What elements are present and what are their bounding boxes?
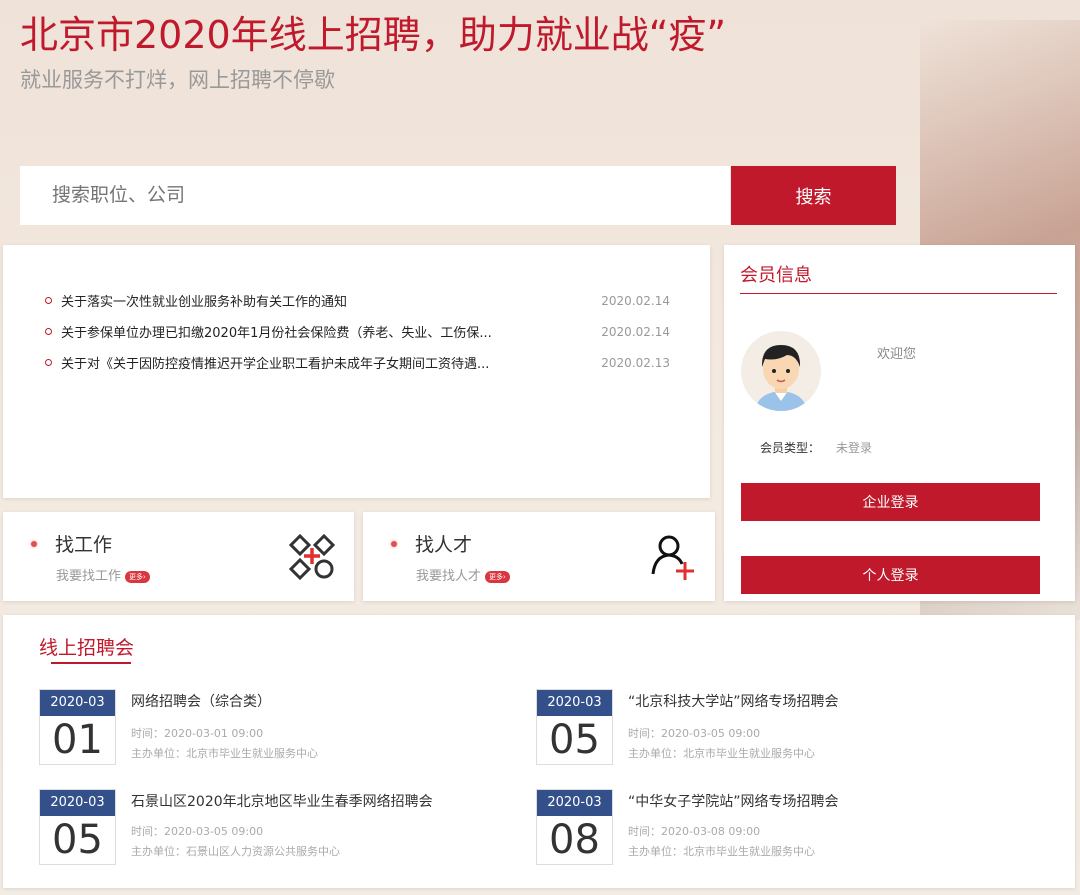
news-panel: 关于落实一次性就业创业服务补助有关工作的通知 2020.02.14 关于参保单位办… xyxy=(3,245,710,498)
fair-organizer: 主办单位：北京市毕业生就业服务中心 xyxy=(628,845,815,858)
fair-organizer: 主办单位：石景山区人力资源公共服务中心 xyxy=(131,845,340,858)
fairs-title: 线上招聘会 xyxy=(39,637,135,659)
fair-time: 时间：2020-03-05 09:00 xyxy=(131,825,264,838)
card-subtitle: 我要找人才 xyxy=(416,569,482,584)
member-type-label: 会员类型： xyxy=(760,441,821,455)
news-title[interactable]: 关于对《关于因防控疫情推迟开学企业职工看护未成年子女期间工资待遇... xyxy=(61,353,531,372)
news-item[interactable]: 关于对《关于因防控疫情推迟开学企业职工看护未成年子女期间工资待遇... 2020.… xyxy=(45,347,670,378)
fair-title[interactable]: “中华女子学院站”网络专场招聘会 xyxy=(628,791,839,811)
title-underline xyxy=(51,662,131,664)
fair-organizer: 主办单位：北京市毕业生就业服务中心 xyxy=(131,747,318,760)
bullet-icon xyxy=(45,359,52,366)
bullet-icon xyxy=(45,297,52,304)
card-title: 找工作 xyxy=(55,534,113,556)
card-title: 找人才 xyxy=(415,534,473,556)
news-item[interactable]: 关于参保单位办理已扣缴2020年1月份社会保险费（养老、失业、工伤保... 202… xyxy=(45,316,670,347)
personal-login-button[interactable]: 个人登录 xyxy=(741,556,1040,594)
fair-item[interactable]: 2020-03 05 石景山区2020年北京地区毕业生春季网络招聘会时间：2020-… xyxy=(39,789,519,867)
fair-title[interactable]: 石景山区2020年北京地区毕业生春季网络招聘会 xyxy=(131,791,433,811)
fair-time: 时间：2020-03-01 09:00 xyxy=(131,727,264,740)
news-item[interactable]: 关于落实一次性就业创业服务补助有关工作的通知 2020.02.14 xyxy=(45,285,670,316)
fair-item[interactable]: 2020-03 05 “北京科技大学站”网络专场招聘会时间：2020-03-05 0… xyxy=(536,689,1016,767)
find-job-card[interactable]: 找工作 我要找工作 更多› xyxy=(3,512,354,601)
member-panel: 会员信息 欢迎您 会员类型： 未登录 企业登录 个人登录 xyxy=(724,245,1075,601)
company-login-button[interactable]: 企业登录 xyxy=(741,483,1040,521)
fair-time: 时间：2020-03-05 09:00 xyxy=(628,727,761,740)
date-badge: 2020-03 05 xyxy=(536,689,613,765)
bullet-icon xyxy=(45,328,52,335)
member-type-value: 未登录 xyxy=(836,441,873,455)
date-badge: 2020-03 05 xyxy=(39,789,116,865)
card-subtitle: 我要找工作 xyxy=(56,569,122,584)
news-title[interactable]: 关于落实一次性就业创业服务补助有关工作的通知 xyxy=(61,291,531,310)
news-date: 2020.02.14 xyxy=(601,293,670,308)
date-badge: 2020-03 01 xyxy=(39,689,116,765)
add-user-icon xyxy=(651,535,694,580)
page-title: 北京市2020年线上招聘，助力就业战“疫” xyxy=(20,13,727,57)
search-input[interactable] xyxy=(20,166,730,225)
bullet-icon xyxy=(31,540,37,547)
job-grid-icon xyxy=(288,534,336,581)
more-badge[interactable]: 更多› xyxy=(485,570,510,583)
online-fairs-panel: 线上招聘会 2020-03 01 网络招聘会（综合类） 时间：2020-03-01 0… xyxy=(3,615,1075,888)
news-title[interactable]: 关于参保单位办理已扣缴2020年1月份社会保险费（养老、失业、工伤保... xyxy=(61,322,531,341)
member-title: 会员信息 xyxy=(740,261,1057,294)
fair-item[interactable]: 2020-03 08 “中华女子学院站”网络专场招聘会时间：2020-03-08 0… xyxy=(536,789,1016,867)
search-button[interactable]: 搜索 xyxy=(731,166,896,225)
fair-title[interactable]: 网络招聘会（综合类） xyxy=(131,691,271,711)
news-date: 2020.02.13 xyxy=(601,355,670,370)
date-badge: 2020-03 08 xyxy=(536,789,613,865)
fair-organizer: 主办单位：北京市毕业生就业服务中心 xyxy=(628,747,815,760)
welcome-text: 欢迎您 xyxy=(877,347,917,362)
fair-item[interactable]: 2020-03 01 网络招聘会（综合类） 时间：2020-03-01 09:00 主办… xyxy=(39,689,519,767)
page-subtitle: 就业服务不打烊，网上招聘不停歇 xyxy=(20,68,335,92)
avatar xyxy=(741,331,821,411)
bullet-icon xyxy=(391,540,397,547)
fair-time: 时间：2020-03-08 09:00 xyxy=(628,825,761,838)
find-talent-card[interactable]: 找人才 我要找人才 更多› xyxy=(363,512,715,601)
more-badge[interactable]: 更多› xyxy=(125,570,150,583)
news-date: 2020.02.14 xyxy=(601,324,670,339)
fair-title[interactable]: “北京科技大学站”网络专场招聘会 xyxy=(628,691,839,711)
